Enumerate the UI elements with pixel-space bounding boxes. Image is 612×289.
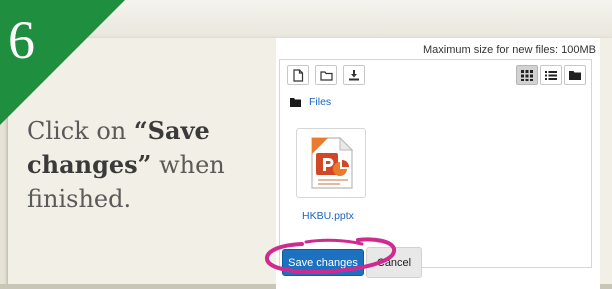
breadcrumb-files-link[interactable]: Files [309,96,331,108]
file-tile[interactable] [296,128,366,198]
instruction-prefix: Click on [27,117,134,145]
cancel-button[interactable]: Cancel [366,247,422,278]
file-name-link[interactable]: HKBU.pptx [302,210,354,222]
powerpoint-file-icon [311,136,354,189]
filemanager-box: Files HKBU.pptx [279,59,592,268]
folder-icon [290,97,301,107]
save-changes-button[interactable]: Save changes [282,249,364,276]
download-icon [349,70,359,81]
view-tree-button[interactable] [564,65,586,85]
folder-view-icon [569,71,581,80]
max-size-text: Maximum size for new files: 100MB [423,44,596,56]
breadcrumb: Files [290,94,331,110]
instruction-text: Click on “Save changes” when finished. [27,114,242,216]
instruction-middle: when [151,151,225,179]
new-folder-icon [319,70,333,81]
step-number: 6 [8,10,35,70]
grid-view-icon [521,70,533,81]
new-file-icon [293,68,304,82]
list-view-icon [545,70,557,80]
filemanager-screenshot: Maximum size for new files: 100MB Files … [276,38,600,289]
instruction-bold-line1: “Save [133,116,210,145]
view-list-button[interactable] [540,65,562,85]
view-grid-button[interactable] [516,65,538,85]
add-file-button[interactable] [287,65,309,85]
step-corner-ribbon: 6 [0,0,125,125]
create-folder-button[interactable] [315,65,337,85]
instruction-suffix: finished. [27,185,132,213]
download-all-button[interactable] [343,65,365,85]
instruction-bold-line2: changes” [27,150,152,179]
filemanager-toolbar [280,60,591,90]
